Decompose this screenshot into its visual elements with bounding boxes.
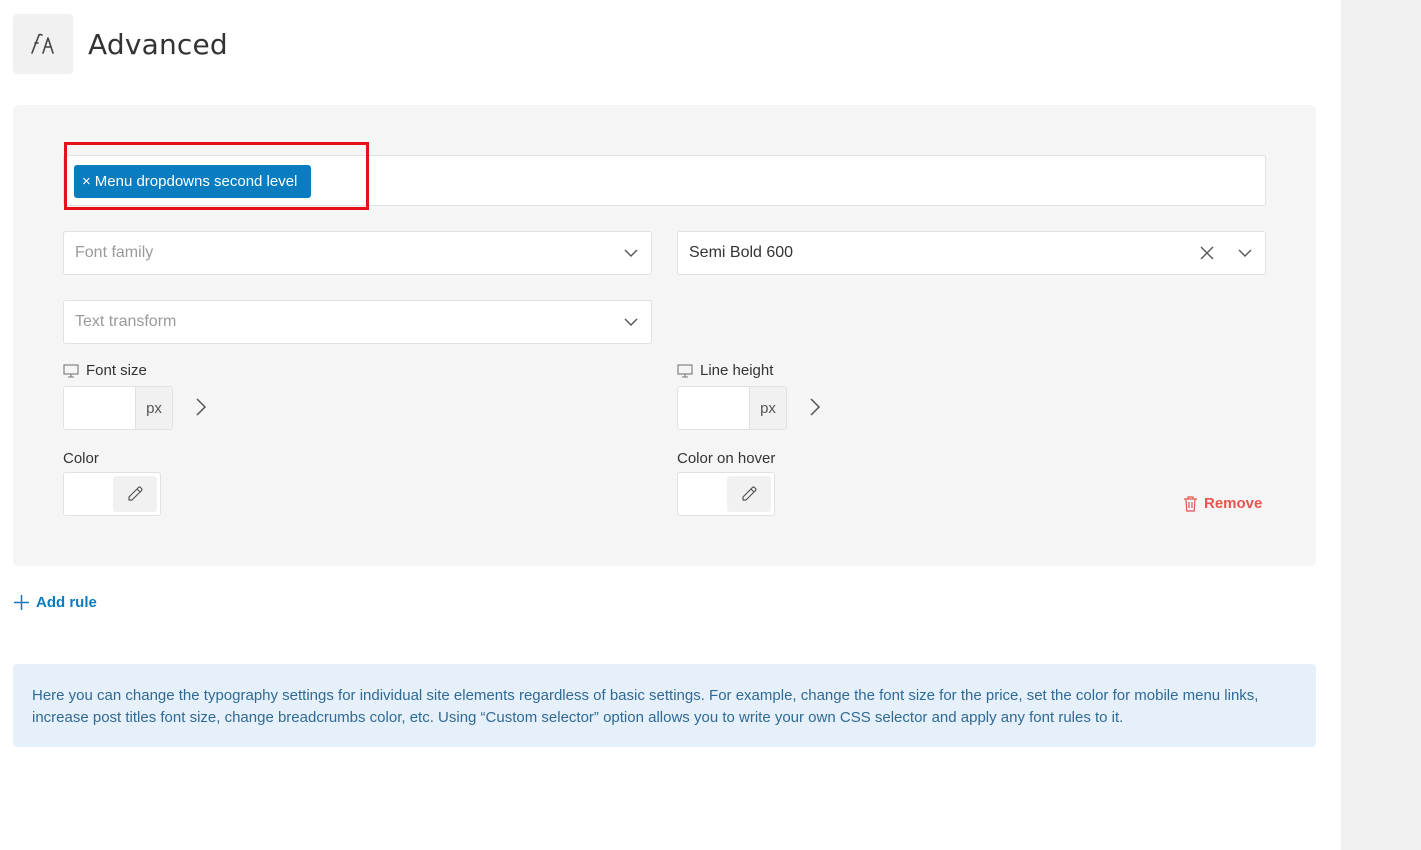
desktop-icon[interactable] [677, 363, 693, 378]
chevron-right-icon[interactable] [191, 397, 211, 417]
color-hover-label: Color on hover [677, 450, 776, 467]
chevron-down-icon [1238, 249, 1252, 257]
font-weight-value: Semi Bold 600 [689, 244, 794, 261]
line-height-unit[interactable]: px [749, 387, 786, 429]
add-rule-label: Add rule [36, 594, 97, 611]
remove-rule-button[interactable]: Remove [1183, 495, 1262, 512]
font-size-input[interactable]: px [63, 386, 173, 430]
eyedropper-icon [128, 486, 143, 501]
clear-icon[interactable] [1199, 245, 1215, 261]
trash-icon [1184, 495, 1197, 512]
tag-remove-icon[interactable]: × [82, 173, 91, 190]
chevron-right-icon[interactable] [805, 397, 825, 417]
add-rule-button[interactable]: Add rule [13, 594, 97, 611]
line-height-input[interactable]: px [677, 386, 787, 430]
remove-rule-label: Remove [1204, 495, 1263, 512]
chevron-down-icon [624, 249, 638, 257]
typography-icon [13, 14, 73, 74]
line-height-label: Line height [677, 362, 773, 379]
selector-tag-label: Menu dropdowns second level [94, 173, 298, 190]
font-size-label-text: Font size [86, 362, 147, 379]
font-size-unit[interactable]: px [135, 387, 172, 429]
font-size-value[interactable] [64, 387, 135, 429]
info-notice: Here you can change the typography setti… [13, 664, 1316, 747]
font-size-label: Font size [63, 362, 147, 379]
color-picker-button[interactable] [727, 476, 771, 512]
line-height-value[interactable] [678, 387, 749, 429]
section-header: Advanced [13, 14, 228, 74]
desktop-icon[interactable] [63, 363, 79, 378]
selector-tag[interactable]: × Menu dropdowns second level [74, 165, 312, 198]
selector-input[interactable]: × Menu dropdowns second level [63, 155, 1266, 206]
font-weight-select[interactable]: Semi Bold 600 [677, 231, 1266, 275]
text-transform-placeholder: Text transform [75, 313, 177, 330]
eyedropper-icon [742, 486, 757, 501]
color-picker[interactable] [63, 472, 161, 516]
typography-rule-panel: × Menu dropdowns second level Font famil… [13, 105, 1316, 566]
text-transform-select[interactable]: Text transform [63, 300, 652, 344]
page-title: Advanced [88, 27, 228, 61]
plus-icon [14, 595, 29, 610]
line-height-label-text: Line height [700, 362, 774, 379]
color-hover-picker[interactable] [677, 472, 775, 516]
color-label: Color [63, 450, 99, 467]
font-family-placeholder: Font family [75, 244, 154, 261]
chevron-down-icon [624, 318, 638, 326]
font-family-select[interactable]: Font family [63, 231, 652, 275]
right-sidebar-background [1341, 0, 1421, 850]
color-picker-button[interactable] [113, 476, 157, 512]
